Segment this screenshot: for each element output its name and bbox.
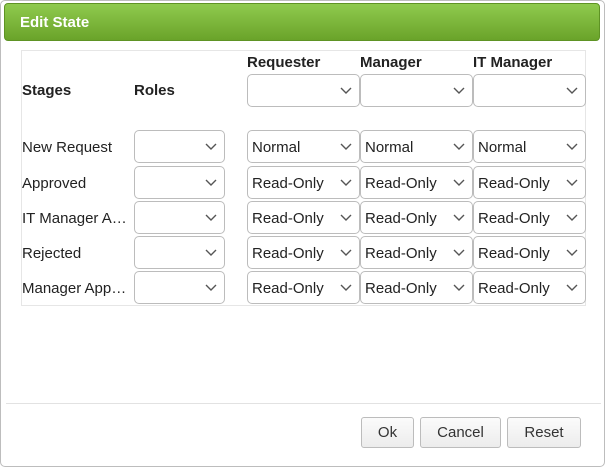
chevron-down-icon <box>205 214 217 221</box>
role-select[interactable] <box>134 166 225 199</box>
chevron-down-icon <box>453 214 465 221</box>
dialog-title: Edit State <box>20 14 90 31</box>
stage-label: Manager Approved <box>22 280 130 297</box>
it-manager-select[interactable]: Read-Only <box>473 236 586 269</box>
chevron-down-icon <box>205 179 217 186</box>
select-value: Read-Only <box>252 175 324 192</box>
requester-select[interactable]: Read-Only <box>247 271 360 304</box>
requester-select[interactable]: Read-Only <box>247 166 360 199</box>
chevron-down-icon <box>566 284 578 291</box>
dialog-title-bar[interactable]: Edit State <box>4 3 600 41</box>
edit-state-dialog: Edit State Stages Roles Requester Manage… <box>0 0 605 467</box>
manager-header: Manager <box>360 54 422 71</box>
select-value: Read-Only <box>365 175 437 192</box>
role-select[interactable] <box>134 236 225 269</box>
footer-divider <box>6 403 601 404</box>
manager-all-select[interactable] <box>360 74 473 107</box>
role-select[interactable] <box>134 130 225 163</box>
ok-button[interactable]: Ok <box>361 417 414 448</box>
chevron-down-icon <box>340 179 352 186</box>
requester-select[interactable]: Normal <box>247 130 360 163</box>
requester-header: Requester <box>247 54 321 71</box>
chevron-down-icon <box>566 143 578 150</box>
chevron-down-icon <box>340 214 352 221</box>
manager-select[interactable]: Read-Only <box>360 201 473 234</box>
select-value: Read-Only <box>365 245 437 262</box>
it-manager-select[interactable]: Read-Only <box>473 166 586 199</box>
select-value: Normal <box>252 139 301 156</box>
chevron-down-icon <box>205 143 217 150</box>
chevron-down-icon <box>453 143 465 150</box>
chevron-down-icon <box>566 214 578 221</box>
chevron-down-icon <box>566 87 578 94</box>
chevron-down-icon <box>566 179 578 186</box>
select-value: Read-Only <box>252 245 324 262</box>
select-value: Read-Only <box>478 210 550 227</box>
manager-select[interactable]: Normal <box>360 130 473 163</box>
it-manager-all-select[interactable] <box>473 74 586 107</box>
roles-header: Roles <box>134 82 175 99</box>
chevron-down-icon <box>340 143 352 150</box>
manager-select[interactable]: Read-Only <box>360 166 473 199</box>
chevron-down-icon <box>205 284 217 291</box>
select-value: Read-Only <box>252 280 324 297</box>
stage-label: Rejected <box>22 245 82 262</box>
select-value: Read-Only <box>365 210 437 227</box>
select-value: Read-Only <box>365 280 437 297</box>
manager-select[interactable]: Read-Only <box>360 271 473 304</box>
requester-select[interactable]: Read-Only <box>247 201 360 234</box>
manager-select[interactable]: Read-Only <box>360 236 473 269</box>
chevron-down-icon <box>340 87 352 94</box>
chevron-down-icon <box>453 87 465 94</box>
role-select[interactable] <box>134 271 225 304</box>
chevron-down-icon <box>453 284 465 291</box>
chevron-down-icon <box>453 179 465 186</box>
cancel-button[interactable]: Cancel <box>420 417 501 448</box>
stage-label: Approved <box>22 175 87 192</box>
role-select[interactable] <box>134 201 225 234</box>
stage-label: New Request <box>22 139 113 156</box>
select-value: Normal <box>478 139 527 156</box>
stages-header: Stages <box>22 82 72 99</box>
it-manager-select[interactable]: Read-Only <box>473 271 586 304</box>
chevron-down-icon <box>340 284 352 291</box>
chevron-down-icon <box>453 249 465 256</box>
chevron-down-icon <box>340 249 352 256</box>
select-value: Normal <box>365 139 414 156</box>
select-value: Read-Only <box>252 210 324 227</box>
it-manager-header: IT Manager <box>473 54 553 71</box>
reset-button[interactable]: Reset <box>507 417 581 448</box>
select-value: Read-Only <box>478 280 550 297</box>
requester-all-select[interactable] <box>247 74 360 107</box>
select-value: Read-Only <box>478 245 550 262</box>
it-manager-select[interactable]: Read-Only <box>473 201 586 234</box>
stage-label: IT Manager Approved <box>22 210 130 227</box>
requester-select[interactable]: Read-Only <box>247 236 360 269</box>
select-value: Read-Only <box>478 175 550 192</box>
chevron-down-icon <box>566 249 578 256</box>
it-manager-select[interactable]: Normal <box>473 130 586 163</box>
chevron-down-icon <box>205 249 217 256</box>
